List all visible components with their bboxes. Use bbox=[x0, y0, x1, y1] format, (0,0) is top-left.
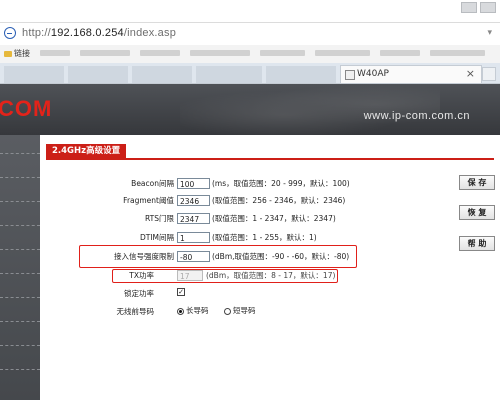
section-title: 2.4GHz高级设置 bbox=[46, 144, 127, 158]
lock-power-checkbox[interactable]: ✓ bbox=[177, 288, 185, 296]
rts-input[interactable]: 2347 bbox=[177, 213, 210, 224]
rts-row: RTS门限 bbox=[40, 213, 174, 225]
dtim-input[interactable]: 1 bbox=[177, 232, 210, 243]
sidebar-divider bbox=[0, 201, 40, 202]
tab-strip: W40AP × bbox=[0, 63, 500, 84]
window-controls bbox=[461, 2, 496, 13]
favorites-item-blurred[interactable] bbox=[190, 50, 250, 56]
help-button[interactable]: 帮 助 bbox=[459, 236, 495, 251]
favorites-item-blurred[interactable] bbox=[40, 50, 70, 56]
favorites-item-blurred[interactable] bbox=[80, 50, 130, 56]
lock-power-label: 锁定功率 bbox=[124, 289, 154, 298]
sidebar-divider bbox=[0, 273, 40, 274]
favorites-item-blurred[interactable] bbox=[430, 50, 485, 56]
fragment-row: Fragment阈值 bbox=[40, 195, 174, 207]
favorites-bar: 链接 bbox=[0, 45, 500, 64]
tab-blurred[interactable] bbox=[196, 66, 262, 83]
tab-blurred[interactable] bbox=[4, 66, 64, 83]
router-banner: COM www.ip-com.com.cn bbox=[0, 84, 500, 135]
restore-button[interactable]: 恢 复 bbox=[459, 205, 495, 220]
sidebar-divider bbox=[0, 225, 40, 226]
chevron-down-icon[interactable]: ▾ bbox=[487, 28, 492, 38]
sidebar-divider bbox=[0, 321, 40, 322]
brand-logo: COM bbox=[0, 96, 53, 121]
window-title-strip bbox=[0, 0, 500, 22]
minimize-button[interactable] bbox=[461, 2, 477, 13]
fragment-label: Fragment阈值 bbox=[123, 196, 174, 205]
page-icon bbox=[345, 70, 355, 80]
tx-power-label: TX功率 bbox=[129, 271, 154, 280]
tab-active[interactable]: W40AP × bbox=[340, 65, 482, 83]
sidebar-divider bbox=[0, 369, 40, 370]
preamble-short-label: 短导码 bbox=[233, 306, 256, 315]
address-bar[interactable]: http://192.168.0.254/index.asp ▾ bbox=[0, 22, 500, 46]
preamble-long-label: 长导码 bbox=[186, 306, 209, 315]
favorites-item-blurred[interactable] bbox=[315, 50, 370, 56]
tab-blurred[interactable] bbox=[266, 66, 336, 83]
sidebar-divider bbox=[0, 297, 40, 298]
signal-limit-input[interactable]: -80 bbox=[177, 251, 210, 262]
fragment-hint: (取值范围：256 - 2346，默认：2346) bbox=[212, 196, 346, 205]
close-icon[interactable]: × bbox=[466, 67, 475, 80]
sidebar-divider bbox=[0, 345, 40, 346]
tab-title: W40AP bbox=[357, 69, 389, 79]
folder-icon bbox=[4, 50, 12, 57]
beacon-input[interactable]: 100 bbox=[177, 178, 210, 189]
preamble-row: 无线前导码 bbox=[40, 306, 155, 318]
preamble-label: 无线前导码 bbox=[116, 307, 155, 316]
dtim-label: DTIM间隔 bbox=[139, 233, 174, 242]
maximize-button[interactable] bbox=[480, 2, 496, 13]
signal-limit-label: 接入信号强度限制 bbox=[114, 252, 174, 261]
favorites-item-blurred[interactable] bbox=[380, 50, 420, 56]
sidebar-divider bbox=[0, 153, 40, 154]
url-prefix: http:// bbox=[22, 27, 51, 39]
beacon-hint: (ms，取值范围：20 - 999，默认：100) bbox=[212, 179, 350, 188]
new-tab-button[interactable] bbox=[482, 67, 496, 81]
signal-limit-row: 接入信号强度限制 bbox=[40, 251, 174, 263]
url-path: /index.asp bbox=[123, 27, 177, 39]
preamble-short-radio[interactable] bbox=[224, 308, 231, 315]
sidebar-divider bbox=[0, 177, 40, 178]
lock-power-row: 锁定功率 bbox=[40, 288, 154, 300]
signal-limit-hint: (dBm,取值范围：-90 - -60，默认：-80) bbox=[212, 252, 350, 261]
section-divider bbox=[46, 158, 494, 160]
tx-power-select[interactable]: 17 bbox=[177, 270, 203, 281]
tab-blurred[interactable] bbox=[132, 66, 192, 83]
dtim-hint: (取值范围：1 - 255，默认：1) bbox=[212, 233, 317, 242]
beacon-label: Beacon间隔 bbox=[131, 179, 174, 188]
favorites-item-label: 链接 bbox=[14, 49, 30, 58]
settings-panel: 2.4GHz高级设置 Beacon间隔 100 (ms，取值范围：20 - 99… bbox=[40, 135, 500, 400]
nav-sidebar bbox=[0, 135, 40, 400]
page-info-icon[interactable] bbox=[4, 27, 16, 39]
tx-power-row: TX功率 bbox=[40, 270, 154, 282]
beacon-row: Beacon间隔 bbox=[40, 178, 174, 190]
save-button[interactable]: 保 存 bbox=[459, 175, 495, 190]
address-url[interactable]: http://192.168.0.254/index.asp bbox=[22, 27, 176, 39]
tab-blurred[interactable] bbox=[68, 66, 128, 83]
favorites-item-blurred[interactable] bbox=[140, 50, 180, 56]
url-host: 192.168.0.254 bbox=[50, 27, 124, 39]
sidebar-divider bbox=[0, 249, 40, 250]
rts-label: RTS门限 bbox=[144, 214, 174, 223]
brand-url: www.ip-com.com.cn bbox=[363, 110, 470, 122]
favorites-item-blurred[interactable] bbox=[260, 50, 305, 56]
tx-power-hint: (dBm，取值范围：8 - 17，默认：17) bbox=[206, 271, 336, 280]
favorites-item[interactable]: 链接 bbox=[4, 48, 30, 59]
fragment-input[interactable]: 2346 bbox=[177, 195, 210, 206]
preamble-long-radio[interactable] bbox=[177, 308, 184, 315]
dtim-row: DTIM间隔 bbox=[40, 232, 174, 244]
rts-hint: (取值范围：1 - 2347，默认：2347) bbox=[212, 214, 336, 223]
